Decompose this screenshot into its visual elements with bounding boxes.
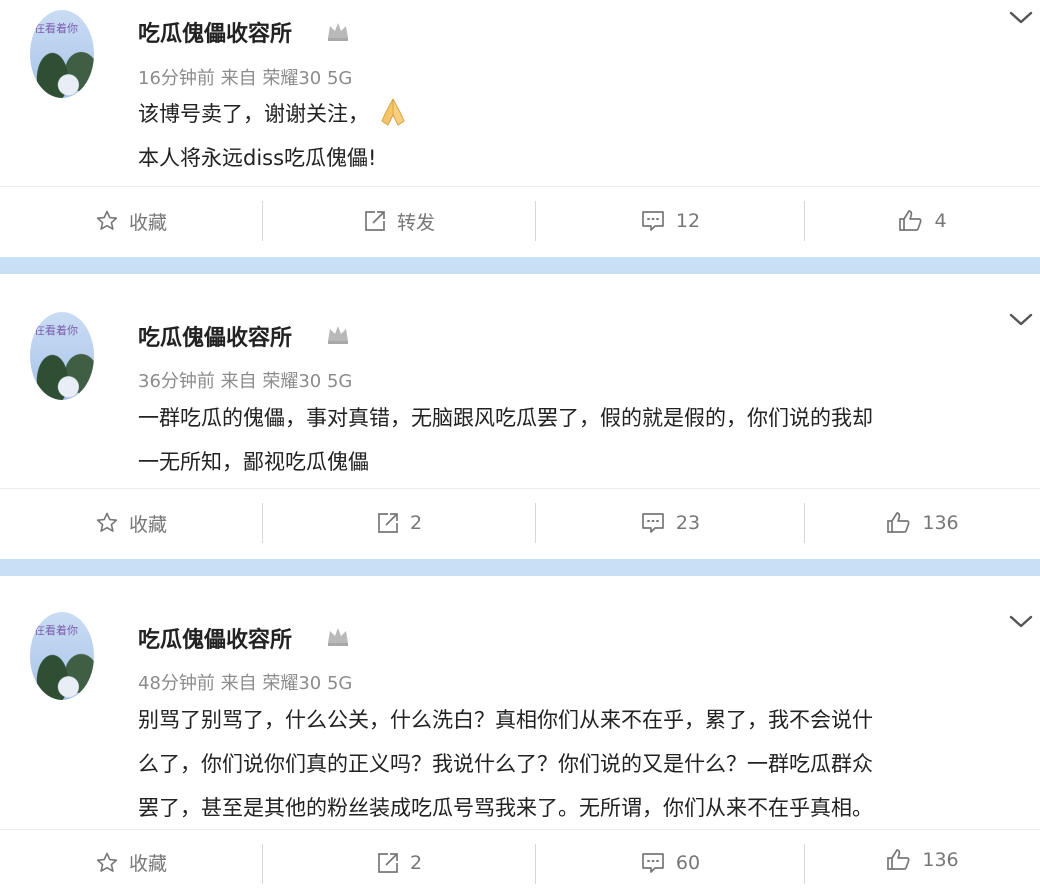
avatar[interactable]: 在看着你 [30, 312, 94, 400]
like-count: 136 [922, 512, 959, 534]
star-icon [96, 852, 118, 872]
avatar-text: 在看着你 [34, 324, 78, 337]
action-bar: 收藏 2 23 136 [0, 488, 1040, 557]
repost-icon [378, 513, 398, 533]
like-count: 136 [922, 849, 959, 871]
action-bar: 收藏 2 60 136 [0, 829, 1040, 895]
comment-icon [642, 211, 664, 231]
comment-count: 12 [675, 210, 701, 232]
thumbs-up-icon [887, 849, 910, 870]
post-meta: 36分钟前 来自 荣耀30 5G [138, 371, 353, 392]
comment-button[interactable]: 23 [536, 489, 804, 557]
favorite-label: 收藏 [128, 513, 167, 536]
avatar[interactable]: 在看着你 [30, 612, 94, 700]
repost-icon [378, 852, 398, 873]
comment-count: 60 [675, 851, 701, 874]
vip-crown-icon [328, 628, 348, 646]
like-button[interactable]: 4 [805, 187, 1040, 255]
comment-count: 23 [675, 512, 701, 534]
vip-crown-icon [328, 23, 348, 41]
repost-count: 2 [409, 851, 423, 874]
content-line: 本人将永远diss吃瓜傀儡! [138, 146, 377, 170]
favorite-label: 收藏 [128, 211, 167, 234]
post-card: 在看着你 吃瓜傀儡收容所 16分钟前 来自 荣耀30 5G 该博号卖了，谢谢关注… [0, 0, 1040, 256]
chevron-down-icon[interactable] [1008, 10, 1034, 26]
repost-button[interactable]: 转发 [263, 187, 535, 255]
content-line: 一群吃瓜的傀儡，事对真错，无脑跟风吃瓜罢了，假的就是假的，你们说的我却 [138, 406, 873, 430]
like-button[interactable]: 136 [805, 489, 1040, 557]
repost-label: 转发 [396, 211, 435, 234]
post-content: 一群吃瓜的傀儡，事对真错，无脑跟风吃瓜罢了，假的就是假的，你们说的我却 一无所知… [138, 396, 1028, 484]
weibo-feed: 在看着你 吃瓜傀儡收容所 16分钟前 来自 荣耀30 5G 该博号卖了，谢谢关注… [0, 0, 1040, 894]
thumbs-up-icon [887, 512, 910, 533]
author-name[interactable]: 吃瓜傀儡收容所 [138, 320, 292, 352]
star-icon [96, 210, 118, 230]
favorite-button[interactable]: 收藏 [0, 489, 262, 557]
post-meta: 16分钟前 来自 荣耀30 5G [138, 68, 353, 89]
content-line: 罢了，甚至是其他的粉丝装成吃瓜号骂我来了。无所谓，你们从来不在乎真相。 [138, 796, 873, 820]
like-count: 4 [934, 210, 947, 232]
repost-button[interactable]: 2 [263, 489, 535, 557]
content-line: 该博号卖了，谢谢关注， [138, 92, 1028, 136]
action-bar: 收藏 转发 12 4 [0, 186, 1040, 255]
pray-hands-icon [381, 98, 405, 126]
comment-button[interactable]: 60 [536, 830, 804, 895]
content-line: 别骂了别骂了，什么公关，什么洗白？真相你们从来不在乎，累了，我不会说什 [138, 708, 873, 732]
author-name[interactable]: 吃瓜傀儡收容所 [138, 16, 292, 48]
repost-icon [365, 211, 385, 231]
comment-icon [642, 513, 664, 533]
comment-button[interactable]: 12 [536, 187, 804, 255]
content-line: 一无所知，鄙视吃瓜傀儡 [138, 450, 369, 474]
repost-count: 2 [409, 512, 423, 534]
post-meta: 48分钟前 来自 荣耀30 5G [138, 673, 353, 694]
post-content: 该博号卖了，谢谢关注， 本人将永远diss吃瓜傀儡! [138, 92, 1028, 180]
star-icon [96, 512, 118, 532]
content-line: 么了，你们说你们真的正义吗？我说什么了？你们说的又是什么？一群吃瓜群众 [138, 752, 873, 776]
repost-button[interactable]: 2 [263, 830, 535, 895]
vip-crown-icon [328, 326, 348, 344]
like-button[interactable]: 136 [805, 830, 1040, 890]
comment-icon [642, 852, 664, 873]
avatar-text: 在看着你 [34, 22, 78, 35]
post-card: 在看着你 吃瓜傀儡收容所 48分钟前 来自 荣耀30 5G 别骂了别骂了，什么公… [0, 576, 1040, 894]
post-divider [0, 559, 1040, 576]
chevron-down-icon[interactable] [1008, 614, 1034, 630]
favorite-button[interactable]: 收藏 [0, 187, 262, 255]
post-card: 在看着你 吃瓜傀儡收容所 36分钟前 来自 荣耀30 5G 一群吃瓜的傀儡，事对… [0, 274, 1040, 558]
thumbs-up-icon [899, 210, 922, 231]
author-name[interactable]: 吃瓜傀儡收容所 [138, 622, 292, 654]
post-divider [0, 257, 1040, 274]
favorite-button[interactable]: 收藏 [0, 830, 262, 895]
avatar[interactable]: 在看着你 [30, 10, 94, 98]
chevron-down-icon[interactable] [1008, 312, 1034, 328]
avatar-text: 在看着你 [34, 624, 78, 637]
post-content: 别骂了别骂了，什么公关，什么洗白？真相你们从来不在乎，累了，我不会说什 么了，你… [138, 698, 1028, 830]
favorite-label: 收藏 [128, 853, 167, 875]
